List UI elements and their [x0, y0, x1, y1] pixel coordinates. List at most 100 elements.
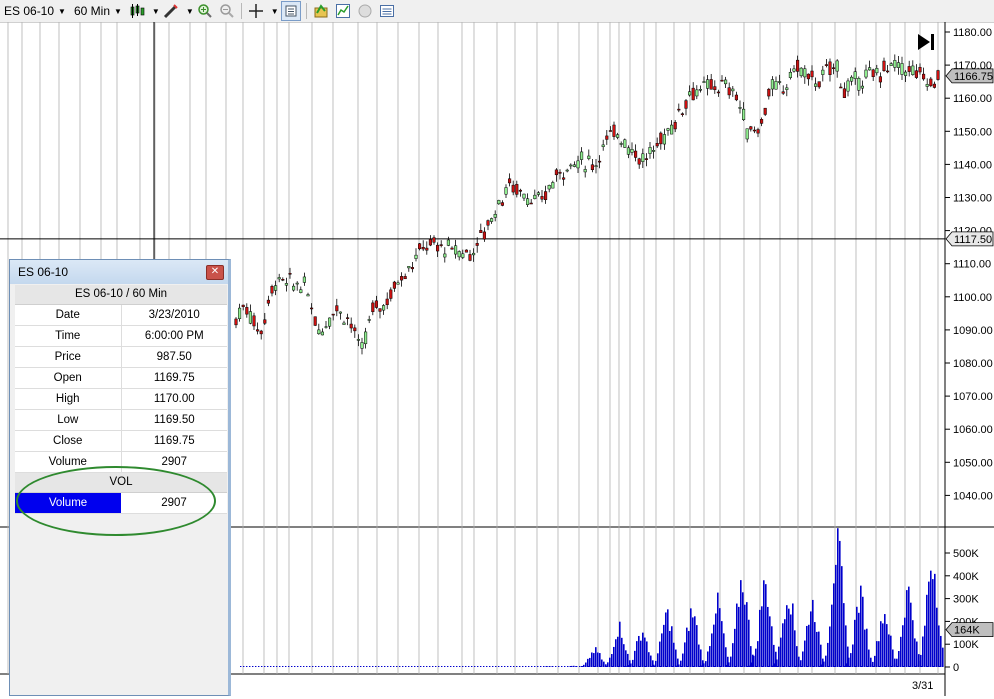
- drawing-pencil-icon[interactable]: [162, 2, 180, 20]
- chevron-down-icon: ▼: [114, 7, 122, 16]
- chart-properties-icon[interactable]: [334, 2, 352, 20]
- volume-bar: [634, 651, 636, 667]
- volume-bar: [879, 666, 880, 667]
- interval-selector[interactable]: 60 Min ▼: [70, 1, 126, 21]
- candle-body: [829, 62, 832, 75]
- candle-body: [465, 250, 468, 252]
- candle-body: [616, 135, 619, 138]
- volume-bar: [669, 666, 670, 667]
- strategy-list-icon[interactable]: [378, 2, 396, 20]
- candle-body: [548, 185, 551, 189]
- candle-body: [742, 109, 745, 120]
- volume-bar: [528, 666, 529, 667]
- volume-bar: [873, 666, 874, 667]
- volume-bar: [839, 541, 841, 667]
- candle-body: [624, 140, 627, 148]
- instrument-selector[interactable]: ES 06-10 ▼: [0, 1, 70, 21]
- volume-bar: [618, 666, 619, 667]
- volume-bar: [808, 625, 810, 667]
- candle-body: [771, 80, 774, 89]
- candle-body: [678, 109, 681, 110]
- candlestick-style-icon[interactable]: [128, 2, 146, 20]
- candle-body: [674, 122, 677, 129]
- instrument-icon[interactable]: [312, 2, 330, 20]
- candle-body: [267, 300, 270, 303]
- candle-body: [346, 318, 349, 319]
- volume-bar: [642, 666, 643, 667]
- volume-bar: [810, 611, 812, 667]
- candle-body: [840, 87, 843, 88]
- chevron-down-icon[interactable]: ▼: [271, 7, 279, 16]
- candle-body: [537, 193, 540, 195]
- volume-bar: [255, 666, 256, 667]
- candle-body: [760, 119, 763, 123]
- data-window-row: Low1169.50: [15, 410, 227, 431]
- data-window-row-value: 6:00:00 PM: [122, 326, 228, 346]
- volume-bar: [736, 604, 738, 667]
- volume-bar: [644, 638, 646, 667]
- volume-bar: [663, 625, 665, 667]
- candlestick-series: [235, 54, 940, 354]
- volume-bar: [882, 666, 883, 667]
- volume-bar: [829, 626, 831, 667]
- candle-body: [530, 203, 533, 204]
- volume-bar: [576, 666, 577, 667]
- candle-body: [570, 165, 573, 166]
- candle-body: [843, 89, 846, 98]
- volume-bar: [318, 666, 319, 667]
- volume-bar: [522, 666, 523, 667]
- volume-bar: [914, 638, 916, 667]
- volume-bar: [802, 651, 804, 667]
- price-tick-label: 1090.00: [953, 325, 993, 337]
- volume-bar: [417, 666, 418, 667]
- volume-bar: [471, 666, 472, 667]
- volume-bar: [765, 666, 766, 667]
- data-window[interactable]: ES 06-10 ✕ ES 06-10 / 60 Min Date3/23/20…: [9, 259, 231, 696]
- candle-body: [303, 277, 306, 283]
- volume-bar: [351, 666, 352, 667]
- chevron-down-icon[interactable]: ▼: [186, 7, 194, 16]
- volume-bar: [934, 574, 936, 667]
- candle-body: [552, 182, 555, 188]
- candle-body: [919, 67, 922, 72]
- data-box-icon[interactable]: [281, 1, 301, 21]
- zoom-out-icon[interactable]: [218, 2, 236, 20]
- candle-body: [800, 68, 803, 76]
- volume-bar: [648, 652, 650, 667]
- candle-body: [462, 254, 465, 258]
- volume-bar: [606, 666, 607, 667]
- price-tick-label: 1180.00: [953, 27, 992, 39]
- volume-bar: [534, 666, 535, 667]
- volume-bar: [891, 666, 892, 667]
- data-window-row: High1170.00: [15, 389, 227, 410]
- volume-bar: [933, 666, 934, 667]
- data-window-row: Time6:00:00 PM: [15, 326, 227, 347]
- data-window-titlebar[interactable]: ES 06-10 ✕: [10, 260, 228, 284]
- candle-body: [696, 90, 699, 96]
- volume-bar: [489, 666, 490, 667]
- volume-bar: [804, 666, 805, 667]
- zoom-in-icon[interactable]: [196, 2, 214, 20]
- vol-volume-row[interactable]: Volume 2907: [15, 493, 227, 514]
- price-tick-label: 1150.00: [953, 126, 992, 138]
- date-label: 3/31: [912, 680, 933, 692]
- candle-body: [314, 317, 317, 326]
- volume-bar: [707, 651, 709, 667]
- volume-bar: [486, 666, 487, 667]
- candle-body: [339, 312, 342, 313]
- volume-bar: [870, 666, 871, 667]
- crosshair-icon[interactable]: [247, 2, 265, 20]
- candle-body: [807, 74, 810, 79]
- volume-bar: [591, 652, 593, 667]
- volume-bar: [916, 642, 918, 667]
- close-icon[interactable]: ✕: [206, 265, 224, 280]
- volume-bar: [730, 657, 732, 667]
- indicator-icon[interactable]: [356, 2, 374, 20]
- candle-body: [822, 70, 825, 75]
- data-window-row: Open1169.75: [15, 368, 227, 389]
- candle-body: [393, 282, 396, 288]
- chevron-down-icon[interactable]: ▼: [152, 7, 160, 16]
- data-window-header: ES 06-10 / 60 Min: [15, 285, 227, 305]
- volume-bar: [918, 666, 919, 667]
- volume-bar: [715, 613, 717, 667]
